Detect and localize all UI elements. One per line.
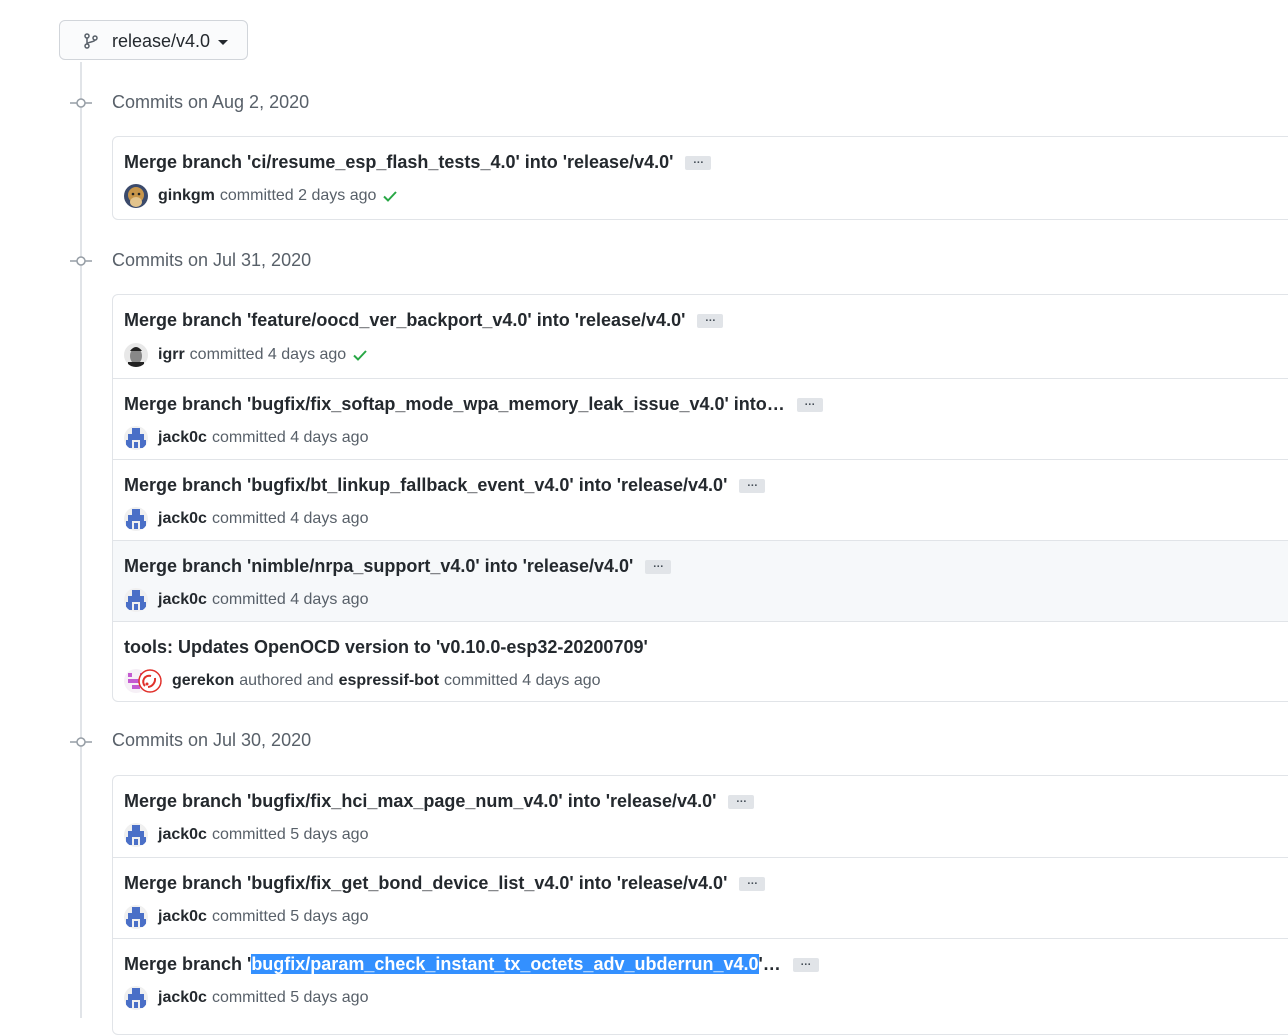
group-title: Commits on Aug 2, 2020: [112, 92, 310, 112]
commit-action: committed: [189, 346, 264, 363]
commit-row: Merge branch 'bugfix/fix_softap_mode_wpa…: [113, 378, 1288, 459]
committer-link[interactable]: espressif-bot: [339, 672, 439, 690]
commit-time: 4 days ago: [522, 672, 601, 689]
avatar[interactable]: [124, 823, 148, 847]
commit-node-icon: [70, 256, 92, 266]
commit-message[interactable]: Merge branch 'nimble/nrpa_support_v4.0' …: [124, 556, 672, 577]
commit-row: Merge branch 'feature/oocd_ver_backport_…: [113, 295, 1288, 378]
commit-action: authored and: [239, 672, 334, 689]
branch-name: release/v4.0: [112, 31, 211, 51]
author-link[interactable]: igrr: [158, 346, 185, 364]
commit-time: 5 days ago: [290, 908, 369, 925]
commit-message[interactable]: tools: Updates OpenOCD version to 'v0.10…: [124, 637, 648, 658]
expand-ellipsis-button[interactable]: …: [739, 478, 766, 494]
commit-time: 4 days ago: [290, 429, 369, 446]
commit-time: 5 days ago: [290, 826, 369, 843]
commit-node-icon: [70, 98, 92, 108]
author-link[interactable]: jack0c: [158, 908, 207, 926]
commit-action: committed: [211, 510, 286, 527]
avatar[interactable]: [124, 426, 148, 450]
expand-ellipsis-button[interactable]: …: [697, 313, 724, 329]
commit-message[interactable]: Merge branch 'feature/oocd_ver_backport_…: [124, 310, 724, 331]
expand-ellipsis-button[interactable]: …: [739, 876, 766, 892]
commit-action: committed: [211, 429, 286, 446]
commit-message[interactable]: Merge branch 'bugfix/bt_linkup_fallback_…: [124, 475, 766, 496]
expand-ellipsis-button[interactable]: …: [792, 957, 819, 973]
commit-time: 4 days ago: [290, 591, 369, 608]
commit-row: Merge branch 'bugfix/bt_linkup_fallback_…: [113, 459, 1288, 540]
author-link[interactable]: ginkgm: [158, 187, 215, 205]
group-title: Commits on Jul 30, 2020: [112, 730, 312, 750]
commit-row: Merge branch 'bugfix/fix_get_bond_device…: [113, 857, 1288, 938]
author-link[interactable]: jack0c: [158, 429, 207, 447]
author-link[interactable]: jack0c: [158, 591, 207, 609]
commit-list: Merge branch 'bugfix/fix_hci_max_page_nu…: [112, 775, 1288, 1035]
commit-action: committed: [211, 908, 286, 925]
commit-list: Merge branch 'ci/resume_esp_flash_tests_…: [112, 136, 1288, 220]
commit-action: committed: [211, 989, 286, 1006]
commit-time: 2 days ago: [298, 187, 377, 204]
commit-row: Merge branch 'ci/resume_esp_flash_tests_…: [113, 137, 1288, 219]
commit-row: tools: Updates OpenOCD version to 'v0.10…: [113, 621, 1288, 701]
author-link[interactable]: jack0c: [158, 989, 207, 1007]
check-icon[interactable]: [382, 188, 398, 204]
commit-list: Merge branch 'feature/oocd_ver_backport_…: [112, 294, 1288, 702]
commit-message[interactable]: Merge branch 'bugfix/param_check_instant…: [124, 954, 819, 975]
branch-select-button[interactable]: release/v4.0: [59, 20, 248, 60]
commit-message[interactable]: Merge branch 'bugfix/fix_get_bond_device…: [124, 873, 766, 894]
chevron-down-icon: [218, 40, 228, 45]
commit-node-icon: [70, 737, 92, 747]
commit-row: Merge branch 'bugfix/fix_hci_max_page_nu…: [113, 776, 1288, 857]
commit-message[interactable]: Merge branch 'ci/resume_esp_flash_tests_…: [124, 152, 712, 173]
avatar[interactable]: [124, 507, 148, 531]
timeline-line: [80, 62, 82, 1018]
group-title: Commits on Jul 31, 2020: [112, 250, 312, 270]
commit-row: Merge branch 'nimble/nrpa_support_v4.0' …: [113, 540, 1288, 621]
author-link[interactable]: jack0c: [158, 826, 207, 844]
commit-message[interactable]: Merge branch 'bugfix/fix_softap_mode_wpa…: [124, 394, 823, 415]
commit-action: committed: [444, 672, 518, 689]
commit-time: 4 days ago: [290, 510, 369, 527]
expand-ellipsis-button[interactable]: …: [645, 559, 672, 575]
commit-message[interactable]: Merge branch 'bugfix/fix_hci_max_page_nu…: [124, 791, 755, 812]
commit-row: Merge branch 'bugfix/param_check_instant…: [113, 938, 1288, 1019]
git-branch-icon: [84, 33, 98, 49]
commit-action: committed: [211, 826, 286, 843]
commit-time: 4 days ago: [267, 346, 347, 363]
avatar[interactable]: [124, 343, 148, 367]
avatar[interactable]: [124, 184, 148, 208]
avatar[interactable]: [124, 905, 148, 929]
author-link[interactable]: gerekon: [172, 672, 234, 690]
expand-ellipsis-button[interactable]: …: [685, 155, 712, 171]
check-icon[interactable]: [352, 347, 368, 363]
avatar[interactable]: [124, 986, 148, 1010]
expand-ellipsis-button[interactable]: …: [796, 397, 823, 413]
author-link[interactable]: jack0c: [158, 510, 207, 528]
avatar[interactable]: [124, 588, 148, 612]
bot-avatar[interactable]: [138, 669, 162, 693]
commit-time: 5 days ago: [290, 989, 369, 1006]
commit-action: committed: [219, 187, 294, 204]
selected-text: bugfix/param_check_instant_tx_octets_adv…: [251, 954, 759, 974]
commit-action: committed: [211, 591, 286, 608]
expand-ellipsis-button[interactable]: …: [728, 794, 755, 810]
